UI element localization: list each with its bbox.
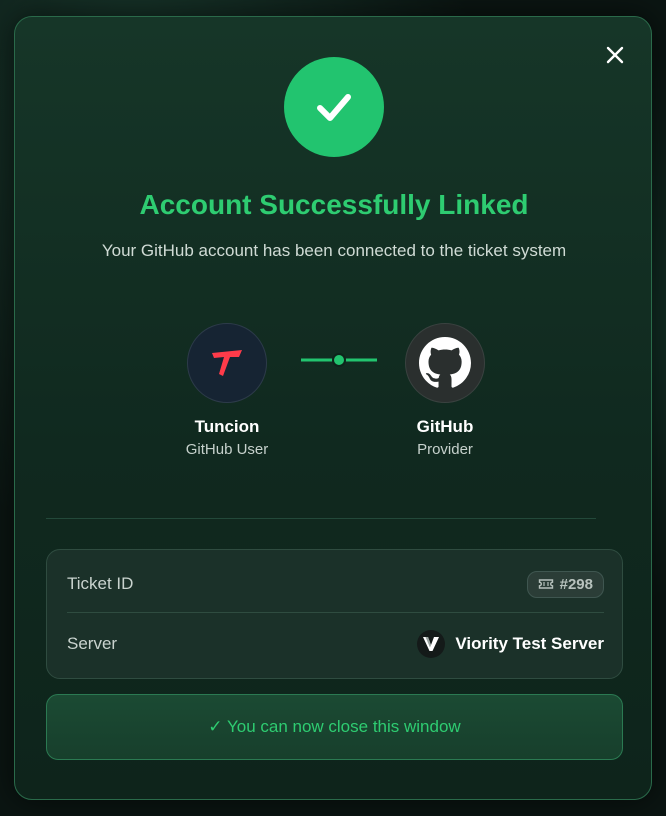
tuncion-logo-icon xyxy=(212,350,242,376)
provider-avatar xyxy=(405,323,485,403)
provider-name: GitHub xyxy=(416,417,474,436)
modal-title: Account Successfully Linked xyxy=(139,189,529,220)
server-label: Server xyxy=(67,634,118,653)
checkmark-icon xyxy=(317,94,351,121)
ticket-badge: #298 xyxy=(526,570,604,598)
linked-user: Tuncion GitHub User xyxy=(147,323,307,458)
user-name: Tuncion xyxy=(194,417,260,436)
section-divider xyxy=(46,518,596,519)
user-role: GitHub User xyxy=(185,441,269,458)
viority-logo-icon xyxy=(423,637,440,651)
close-icon xyxy=(606,46,624,64)
close-button[interactable] xyxy=(603,43,627,67)
success-badge xyxy=(284,57,384,157)
link-success-modal: Account Successfully Linked Your GitHub … xyxy=(14,16,652,800)
server-name: Viority Test Server xyxy=(455,634,604,653)
ticket-id-value: #298 xyxy=(559,575,593,593)
provider-role: Provider xyxy=(417,441,473,458)
close-window-notice: ✓ You can now close this window xyxy=(46,694,623,760)
ticket-label: Ticket ID xyxy=(67,574,134,593)
row-divider xyxy=(67,612,604,613)
server-logo xyxy=(417,630,446,658)
link-details-card: Ticket ID #298 Server Viority Test Serve… xyxy=(46,549,623,679)
ticket-icon xyxy=(538,579,553,589)
user-avatar xyxy=(187,323,267,403)
modal-subtitle: Your GitHub account has been connected t… xyxy=(101,241,567,260)
linked-provider: GitHub Provider xyxy=(365,323,525,458)
server-row: Server Viority Test Server xyxy=(67,614,604,674)
github-octocat-icon xyxy=(419,337,471,388)
ticket-row: Ticket ID #298 xyxy=(67,554,604,614)
server-info: Viority Test Server xyxy=(417,630,604,658)
